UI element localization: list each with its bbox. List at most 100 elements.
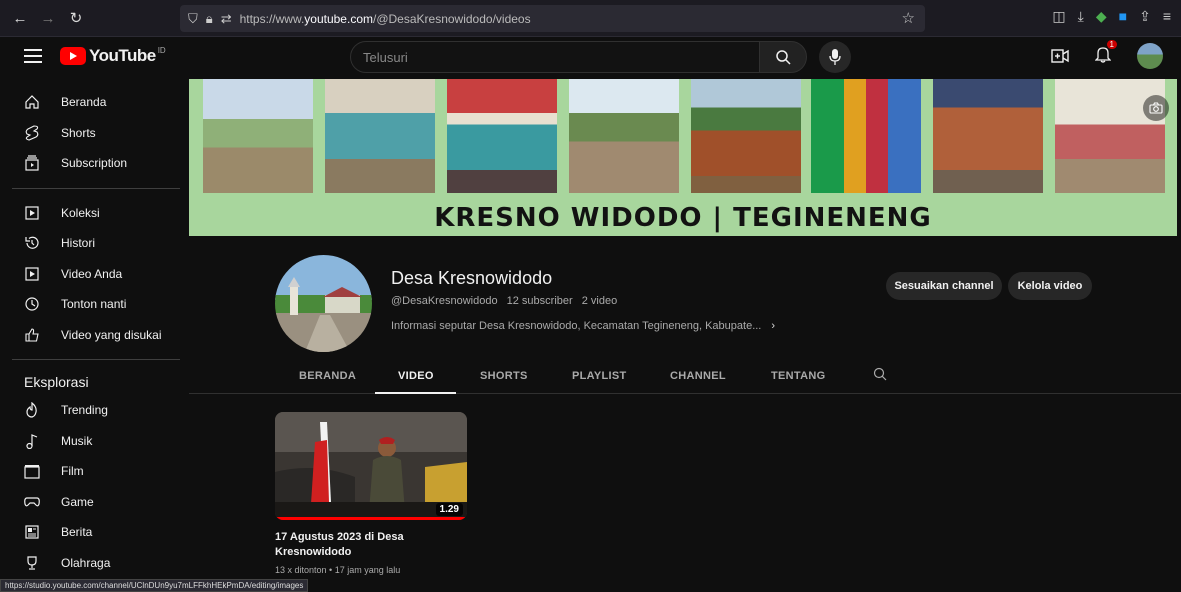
sidebar-item-musik[interactable]: Musik	[0, 426, 189, 457]
sidebar-item-trending[interactable]: Trending	[0, 395, 189, 426]
edit-banner-camera-icon[interactable]	[1143, 95, 1169, 121]
video-card[interactable]: 1.29 17 Agustus 2023 di Desa Kresnowidod…	[275, 412, 467, 575]
chevron-right-icon: ›	[771, 320, 776, 332]
sidebar-item-koleksi[interactable]: Koleksi	[0, 198, 189, 229]
address-bar[interactable]: ⛉ 🔒︎ ⇄ https://www. youtube.com/@DesaKres…	[180, 5, 925, 32]
banner-photo-celebration	[933, 79, 1043, 193]
country-code: ID	[157, 46, 166, 55]
sidebar-item-label: Shorts	[61, 125, 96, 140]
tab-playlist[interactable]: PLAYLIST	[572, 370, 627, 382]
sidebar-item-tonton-nanti[interactable]: Tonton nanti	[0, 289, 189, 320]
channel-tabs: BERANDA VIDEO SHORTS PLAYLIST CHANNEL TE…	[189, 361, 1181, 394]
download-icon[interactable]: ⤓	[1078, 8, 1084, 25]
home-icon	[24, 94, 40, 110]
sidebar-item-label: Video yang disukai	[61, 327, 162, 342]
sidebar-item-label: Trending	[61, 403, 108, 418]
sidebar-item-label: Film	[61, 464, 84, 479]
sidebar-item-label: Tonton nanti	[61, 297, 127, 312]
sidebar-item-label: Histori	[61, 236, 96, 251]
bookmark-star-icon[interactable]: ☆	[902, 9, 915, 27]
active-tab-indicator	[375, 392, 456, 394]
microphone-icon	[829, 49, 841, 65]
banner-photo-group-photo	[691, 79, 801, 193]
search-icon	[776, 50, 791, 65]
tab-beranda[interactable]: BERANDA	[299, 370, 356, 382]
forward-icon[interactable]: →	[34, 4, 62, 32]
trending-icon	[24, 402, 40, 418]
shorts-icon	[24, 125, 40, 141]
header-actions: 1	[1051, 39, 1163, 69]
hamburger-menu-icon[interactable]	[24, 49, 42, 63]
your-videos-icon	[24, 266, 40, 282]
subscriptions-icon	[24, 155, 40, 171]
tab-tentang[interactable]: TENTANG	[771, 370, 825, 382]
extension-icon-1[interactable]: ◆	[1096, 8, 1107, 25]
tab-channel[interactable]: CHANNEL	[670, 370, 726, 382]
account-avatar[interactable]	[1137, 43, 1163, 69]
sidebar-item-video-anda[interactable]: Video Anda	[0, 259, 189, 290]
news-icon	[24, 524, 40, 540]
sidebar-item-subscription[interactable]: Subscription	[0, 148, 189, 179]
sports-icon	[24, 555, 40, 571]
video-thumbnail[interactable]: 1.29	[275, 412, 467, 520]
explore-heading: Eksplorasi	[24, 374, 89, 390]
notification-badge: 1	[1106, 39, 1117, 49]
sidebar-item-label: Olahraga	[61, 555, 111, 570]
youtube-logo[interactable]: YouTube ID	[60, 46, 166, 66]
voice-search-button[interactable]	[819, 41, 851, 73]
sidebar-item-histori[interactable]: Histori	[0, 228, 189, 259]
channel-search-button[interactable]	[873, 367, 887, 386]
manage-videos-button[interactable]: Kelola video	[1008, 272, 1092, 300]
search-icon	[873, 367, 887, 381]
notifications-button[interactable]: 1	[1094, 39, 1117, 68]
sidebar-item-beranda[interactable]: Beranda	[0, 87, 189, 118]
sidebar-item-label: Video Anda	[61, 266, 123, 281]
watch-progress-bar	[275, 517, 467, 520]
create-video-icon[interactable]	[1051, 48, 1069, 64]
gaming-icon	[24, 494, 40, 510]
sidebar-item-film[interactable]: Film	[0, 456, 189, 487]
video-duration: 1.29	[435, 503, 463, 516]
shield-icon[interactable]: ⛉	[188, 11, 198, 27]
sidebar-item-shorts[interactable]: Shorts	[0, 118, 189, 149]
url-host: youtube.com	[304, 11, 373, 26]
channel-handle: @DesaKresnowidodo	[391, 295, 498, 307]
url-path: /@DesaKresnowidodo/videos	[373, 11, 531, 26]
search-input[interactable]: Telusuri	[350, 41, 760, 73]
permissions-icon[interactable]: ⇄	[221, 11, 232, 27]
menu-icon[interactable]: ≡	[1163, 8, 1171, 25]
channel-avatar[interactable]	[275, 255, 372, 352]
sidebar-item-game[interactable]: Game	[0, 487, 189, 518]
banner-photo-ceremony	[203, 79, 313, 193]
extension-icon-2[interactable]: ■	[1119, 8, 1127, 25]
back-icon[interactable]: ←	[6, 4, 34, 32]
customize-channel-button[interactable]: Sesuaikan channel	[886, 272, 1002, 300]
sidebar-item-video-disukai[interactable]: Video yang disukai	[0, 320, 189, 351]
lock-icon[interactable]: 🔒︎	[206, 11, 213, 27]
tab-shorts[interactable]: SHORTS	[480, 370, 528, 382]
pocket-icon[interactable]: ◫	[1052, 8, 1065, 25]
sidebar-item-label: Game	[61, 494, 94, 509]
liked-icon	[24, 327, 40, 343]
search-placeholder: Telusuri	[363, 49, 408, 65]
subscriber-count: 12 subscriber	[506, 295, 573, 307]
search-button[interactable]	[759, 41, 807, 73]
banner-photo-costume	[811, 79, 921, 193]
share-icon[interactable]: ⇪	[1139, 8, 1151, 25]
sidebar-divider	[12, 187, 180, 189]
browser-toolbar: ← → ↻ ⛉ 🔒︎ ⇄ https://www. youtube.com/@De…	[0, 0, 1181, 37]
video-meta: 13 x ditonton • 17 jam yang lalu	[275, 565, 401, 575]
video-count: 2 video	[581, 295, 618, 307]
channel-description[interactable]: Informasi seputar Desa Kresnowidodo, Kec…	[391, 320, 775, 332]
sidebar-item-olahraga[interactable]: Olahraga	[0, 548, 189, 579]
sidebar-item-berita[interactable]: Berita	[0, 517, 189, 548]
banner-title: KRESNO WIDODO | TEGINENENG	[434, 203, 932, 233]
sidebar-item-label: Koleksi	[61, 205, 100, 220]
sidebar-item-label: Musik	[61, 433, 93, 448]
channel-meta: @DesaKresnowidodo 12 subscriber 2 video	[391, 295, 617, 307]
sidebar-item-label: Subscription	[61, 156, 128, 171]
video-title[interactable]: 17 Agustus 2023 di Desa Kresnowidodo	[275, 530, 425, 560]
reload-icon[interactable]: ↻	[62, 4, 90, 32]
youtube-header: YouTube ID Telusuri 1	[0, 37, 1181, 79]
tab-video[interactable]: VIDEO	[398, 370, 434, 382]
